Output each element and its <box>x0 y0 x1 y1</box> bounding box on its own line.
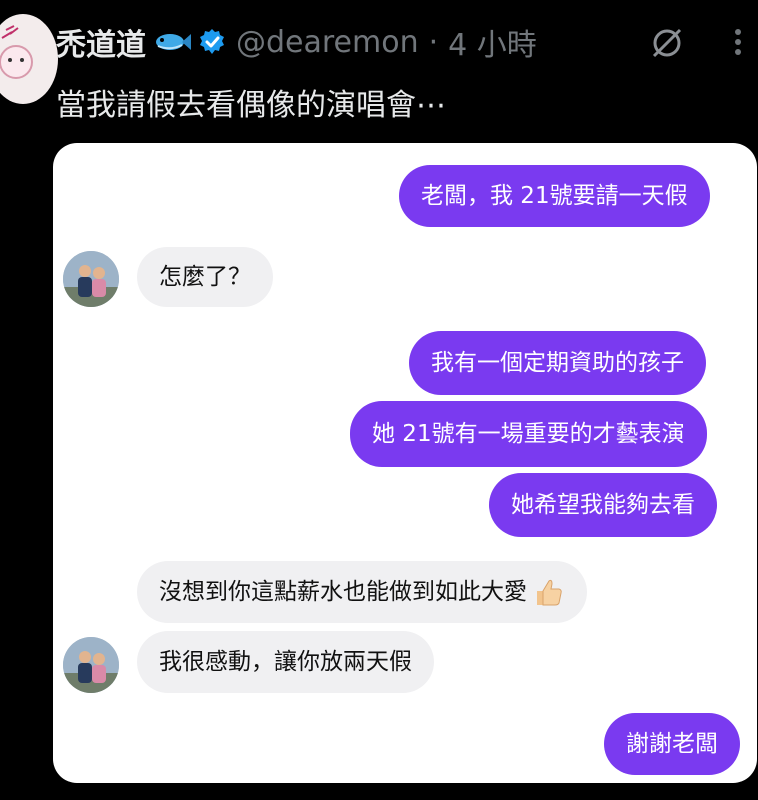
chat-bubble-outgoing: 我有一個定期資助的孩子 <box>409 331 706 395</box>
verified-badge-icon <box>198 28 226 56</box>
author-avatar[interactable] <box>0 14 58 104</box>
thumbs-up-icon <box>531 575 565 609</box>
message-text: 沒想到你這點薪水也能做到如此大愛 <box>159 579 527 605</box>
chat-bubble-outgoing: 她希望我能夠去看 <box>489 473 717 537</box>
author-handle[interactable]: @dearemon <box>236 25 419 60</box>
post-text: 當我請假去看偶像的演唱會⋯ <box>56 88 446 123</box>
chat-bubble-incoming: 怎麼了？ <box>137 247 273 307</box>
message-text: 老闆，我 21號要請一天假 <box>421 183 688 209</box>
message-text: 我有一個定期資助的孩子 <box>431 350 684 376</box>
avatar-illustration <box>0 25 33 79</box>
post-time[interactable]: 4 小時 <box>448 20 537 64</box>
mute-icon[interactable] <box>650 26 684 60</box>
chat-bubble-incoming: 我很感動，讓你放兩天假 <box>137 631 434 693</box>
display-name[interactable]: 禿道道 <box>56 20 146 64</box>
post-header: 禿道道 @dearemon · 4 小時 當我請假去看偶像的演唱會⋯ <box>0 0 758 140</box>
message-text: 她 21號有一場重要的才藝表演 <box>372 421 685 447</box>
meta-separator: · <box>428 24 439 60</box>
chat-bubble-incoming: 沒想到你這點薪水也能做到如此大愛 <box>137 561 587 623</box>
fish-emoji-icon <box>152 29 192 55</box>
more-icon[interactable] <box>728 22 748 62</box>
chat-bubble-outgoing: 謝謝老闆 <box>604 713 740 775</box>
author-row: 禿道道 @dearemon · 4 小時 <box>56 20 537 64</box>
boss-avatar <box>63 637 119 693</box>
message-text: 怎麼了？ <box>159 264 251 290</box>
boss-avatar <box>63 251 119 307</box>
message-text: 她希望我能夠去看 <box>511 492 695 518</box>
chat-bubble-outgoing: 老闆，我 21號要請一天假 <box>399 165 710 227</box>
message-text: 謝謝老闆 <box>626 731 718 757</box>
chat-screenshot-image[interactable]: 老闆，我 21號要請一天假 怎麼了？ 我有一個定期資助的孩子 她 21號有一場重… <box>53 143 757 783</box>
message-text: 我很感動，讓你放兩天假 <box>159 649 412 675</box>
chat-bubble-outgoing: 她 21號有一場重要的才藝表演 <box>350 401 707 467</box>
